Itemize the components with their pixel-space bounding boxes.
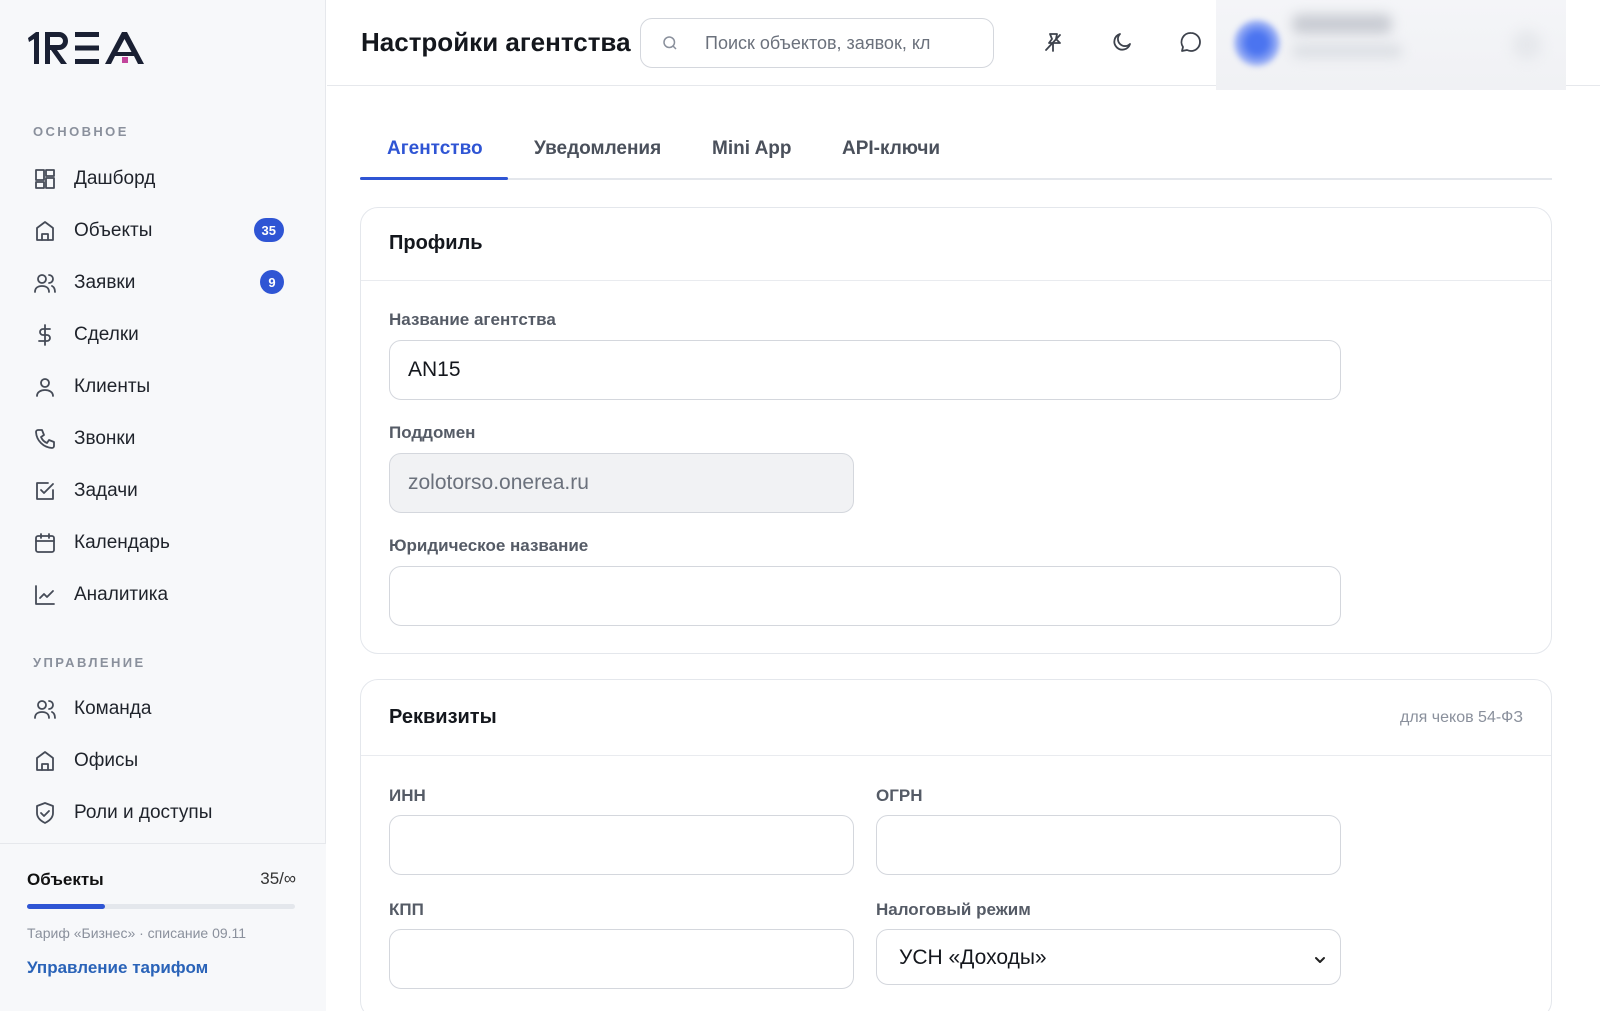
section-label-main: ОСНОВНОЕ [33,124,129,139]
legal-name-label: Юридическое название [389,536,589,555]
ogrn-label: ОГРН [876,786,923,805]
top-header: Настройки агентства [327,0,1600,90]
sidebar-item-calendar[interactable]: Календарь [16,520,310,566]
inn-label: ИНН [389,786,426,805]
sidebar-item-offices[interactable]: Офисы [16,738,310,784]
chart-icon [32,582,58,608]
tax-regime-label: Налоговый режим [876,900,1031,919]
search-icon [663,36,677,50]
tab-agency[interactable]: Агентство [387,138,483,180]
count-badge: 35 [253,218,284,242]
pin-off-icon[interactable] [1038,27,1068,57]
chevron-down-icon [1312,952,1328,968]
plan-progress-bar [27,904,295,909]
profile-title: Профиль [389,232,483,254]
sidebar-item-requests[interactable]: Заявки 9 [16,260,310,306]
sidebar-item-label: Аналитика [74,584,169,605]
requisites-title: Реквизиты [389,706,497,728]
sidebar-item-analytics[interactable]: Аналитика [16,572,310,618]
sidebar-item-label: Звонки [74,428,136,449]
calendar-icon [32,530,58,556]
profile-card-header: Профиль [361,208,1551,281]
inn-field[interactable] [389,815,854,875]
tax-regime-select[interactable]: УСН «Доходы» [899,930,1326,984]
ogrn-input[interactable] [895,816,1340,874]
subdomain-label: Поддомен [389,423,476,442]
active-tab-indicator [360,177,508,180]
count-badge: 9 [260,270,284,294]
sidebar-item-label: Календарь [74,532,170,553]
sidebar-item-label: Сделки [74,324,139,345]
sidebar-item-calls[interactable]: Звонки [16,416,310,462]
plan-count: 35/∞ [260,869,296,888]
shield-icon [32,800,58,826]
chat-icon[interactable] [1176,27,1206,57]
sidebar-item-label: Команда [74,698,152,719]
checkbox-icon [32,478,58,504]
sidebar-item-label: Офисы [74,750,139,771]
users-icon [32,270,58,296]
requisites-hint: для чеков 54-ФЗ [1400,709,1523,726]
sidebar-item-label: Роли и доступы [74,802,213,823]
sidebar-item-label: Дашборд [74,168,156,189]
moon-icon[interactable] [1107,27,1137,57]
user-role-blurred [1292,44,1402,58]
avatar [1234,20,1280,66]
kpp-field[interactable] [389,929,854,989]
page-title: Настройки агентства [361,27,631,57]
user-name-blurred [1292,14,1392,34]
user-menu[interactable] [1216,0,1566,90]
sidebar-item-objects[interactable]: Объекты 35 [16,208,310,254]
sidebar-item-roles[interactable]: Роли и доступы [16,790,310,836]
manage-plan-link[interactable]: Управление тарифом [27,958,208,978]
kpp-input[interactable] [408,930,853,988]
plan-usage-panel: Объекты 35/∞ Тариф «Бизнес» · списание 0… [0,843,326,1011]
search-input[interactable] [705,32,975,54]
building-icon [32,218,58,244]
sidebar-item-tasks[interactable]: Задачи [16,468,310,514]
agency-name-field[interactable] [389,340,1341,400]
user-menu-toggle[interactable] [1512,30,1542,60]
sidebar-item-clients[interactable]: Клиенты [16,364,310,410]
sidebar-item-label: Клиенты [74,376,151,397]
legal-name-field[interactable] [389,566,1341,626]
sidebar-item-deals[interactable]: Сделки [16,312,310,358]
plan-title: Объекты [27,870,104,889]
inn-input[interactable] [408,816,853,874]
plan-progress-fill [27,904,105,909]
section-label-management: УПРАВЛЕНИЕ [33,655,146,670]
tab-mini-app[interactable]: Mini App [712,138,792,180]
ogrn-field[interactable] [876,815,1341,875]
office-icon [32,748,58,774]
plan-subtitle: Тариф «Бизнес» · списание 09.11 [27,925,247,941]
agency-name-label: Название агентства [389,310,556,329]
sidebar-item-dashboard[interactable]: Дашборд [16,156,310,202]
legal-name-input[interactable] [408,567,1340,625]
global-search[interactable] [640,18,994,68]
dollar-icon [32,322,58,348]
sidebar-item-label: Объекты [74,220,153,241]
sidebar-item-label: Задачи [74,480,138,501]
tab-notifications[interactable]: Уведомления [534,138,661,180]
sidebar-item-team[interactable]: Команда [16,686,310,732]
subdomain-input [408,454,853,512]
profile-card: Профиль Название агентства Поддомен Юрид… [360,207,1552,654]
kpp-label: КПП [389,900,424,919]
sidebar: ОСНОВНОЕ Дашборд Объекты 35 Заявки 9 Сде… [0,0,326,1011]
subdomain-field [389,453,854,513]
user-icon [32,374,58,400]
app-logo[interactable] [26,30,148,66]
requisites-card-header: Реквизиты для чеков 54-ФЗ [361,680,1551,756]
requisites-card: Реквизиты для чеков 54-ФЗ ИНН ОГРН КПП Н… [360,679,1552,1011]
phone-icon [32,426,58,452]
tab-api-keys[interactable]: API-ключи [842,138,940,180]
tax-regime-field[interactable]: УСН «Доходы» [876,929,1341,985]
sidebar-item-label: Заявки [74,272,136,293]
settings-tabs: Агентство Уведомления Mini App API-ключи [360,128,1552,180]
team-icon [32,696,58,722]
agency-name-input[interactable] [408,341,1340,399]
dashboard-icon [32,166,58,192]
